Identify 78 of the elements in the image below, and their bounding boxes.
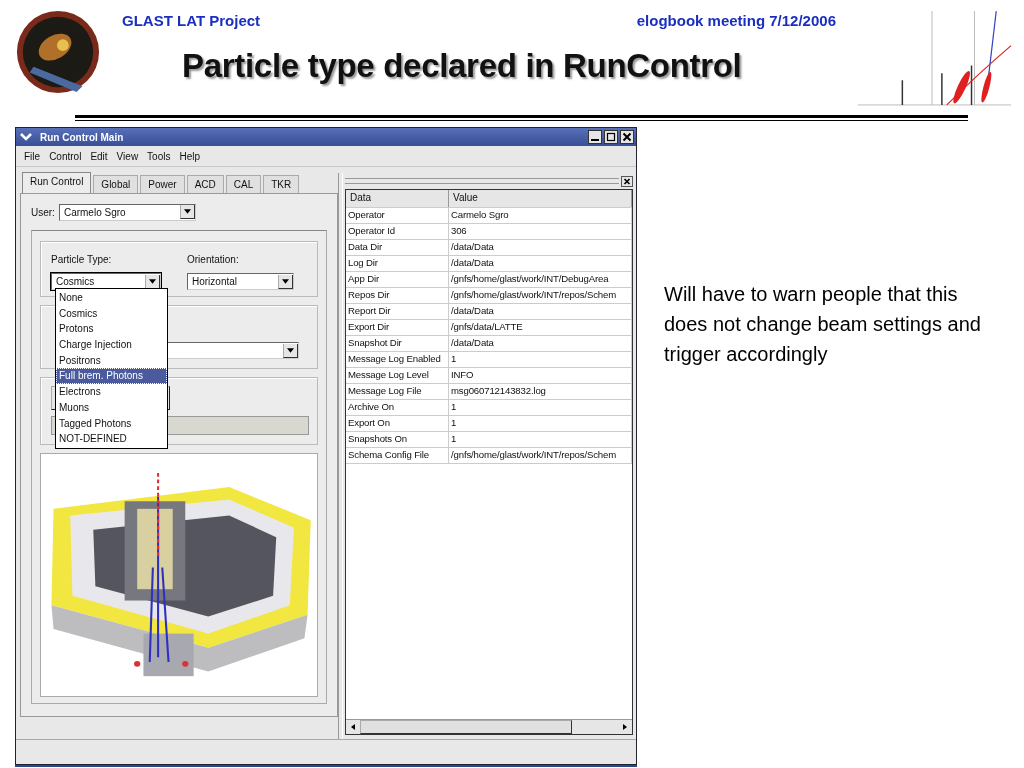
tab[interactable]: CAL [225, 175, 262, 193]
maximize-icon[interactable] [604, 130, 618, 144]
table-cell: /gnfs/home/glast/work/INT/repos/Schem [449, 288, 632, 303]
table-cell: Export Dir [346, 320, 449, 335]
table-cell: 1 [449, 400, 632, 415]
orientation-dropdown[interactable]: Horizontal [187, 273, 294, 290]
scrollbar-thumb[interactable] [360, 720, 572, 734]
particle-type-label: Particle Type: [51, 254, 113, 265]
table-cell: Export On [346, 416, 449, 431]
menu-item[interactable]: Tools [147, 150, 171, 162]
table-cell: /gnfs/data/LATTE [449, 320, 632, 335]
dropdown-option[interactable]: Tagged Photons [56, 415, 167, 432]
note-text: Will have to warn people that this does not change beam settings and trigger accordingly [664, 282, 982, 367]
table-cell: msg060712143832.log [449, 384, 632, 399]
table-cell: 1 [449, 416, 632, 431]
table-cell: /data/Data [449, 304, 632, 319]
dropdown-option[interactable]: Electrons [56, 384, 167, 400]
caret-icon [287, 347, 294, 353]
table-cell: 306 [449, 224, 632, 239]
menu-item[interactable]: View [116, 150, 139, 162]
table-cell: /data/Data [449, 336, 632, 351]
column-header[interactable]: Data [346, 190, 449, 207]
meeting-label: elogbook meeting 7/12/2006 [636, 12, 836, 29]
window-title: Run Control Main [40, 131, 125, 143]
table-cell: Message Log File [346, 384, 449, 399]
orientation-label: Orientation: [187, 254, 240, 265]
table-cell: Schema Config File [346, 448, 449, 463]
table-cell: /data/Data [449, 240, 632, 255]
caret-icon [183, 209, 191, 214]
chevron-icon[interactable] [20, 133, 32, 141]
dropdown-option[interactable]: Muons [56, 399, 167, 416]
table-cell: /data/Data [449, 256, 632, 271]
menu-item[interactable]: File [24, 150, 41, 162]
table-cell: Snapshots On [346, 432, 449, 447]
tab[interactable]: TKR [263, 175, 300, 193]
table-cell: Repos Dir [346, 288, 449, 303]
close-icon[interactable] [620, 130, 634, 144]
table-cell: Message Log Enabled [346, 352, 449, 367]
column-header[interactable]: Value [449, 190, 632, 207]
table-cell: /gnfs/home/glast/work/INT/DebugArea [449, 272, 632, 287]
menu-item[interactable]: Edit [90, 150, 108, 162]
tab[interactable]: Run Control [22, 172, 92, 193]
table-cell: 1 [449, 352, 632, 367]
dropdown-option[interactable]: Cosmics [56, 305, 167, 322]
table-cell: Log Dir [346, 256, 449, 271]
tab[interactable]: ACD [186, 175, 224, 193]
table-cell: Data Dir [346, 240, 449, 255]
dropdown-option[interactable]: None [56, 290, 167, 306]
menu-item[interactable]: Help [179, 150, 201, 162]
dropdown-option[interactable]: Charge Injection [56, 337, 167, 353]
tab[interactable]: Global [93, 175, 139, 193]
tab[interactable]: Power [140, 175, 185, 193]
caret-icon [149, 278, 156, 284]
dropdown-option[interactable]: Full brem. Photons [56, 368, 167, 385]
dropdown-option[interactable]: Positrons [56, 352, 167, 369]
table-cell: Operator [346, 208, 449, 223]
logo-icon [14, 8, 102, 96]
table-cell: Snapshot Dir [346, 336, 449, 351]
table-cell: Archive On [346, 400, 449, 415]
slide-title: Particle type declared in RunControl [182, 47, 743, 85]
user-dropdown[interactable]: Carmelo Sgro [58, 203, 196, 221]
user-label: User: [31, 206, 55, 218]
close-icon[interactable] [621, 175, 633, 187]
table-cell: INFO [449, 368, 632, 383]
dropdown-option[interactable]: NOT-DEFINED [56, 431, 167, 447]
table-cell: 1 [449, 432, 632, 447]
project-label: GLAST LAT Project [122, 12, 261, 29]
dropdown-option[interactable]: Protons [56, 321, 167, 338]
table-cell: Carmelo Sgro [449, 208, 632, 223]
table-cell: App Dir [346, 272, 449, 287]
table-cell: Report Dir [346, 304, 449, 319]
table-cell: Operator Id [346, 224, 449, 239]
menu-item[interactable]: Control [49, 150, 82, 162]
table-cell: /gnfs/home/glast/work/INT/repos/Schem [449, 448, 632, 463]
horizontal-scrollbar[interactable] [346, 719, 632, 734]
table-cell: Message Log Level [346, 368, 449, 383]
minimize-icon[interactable] [588, 130, 602, 144]
caret-icon [282, 278, 289, 284]
